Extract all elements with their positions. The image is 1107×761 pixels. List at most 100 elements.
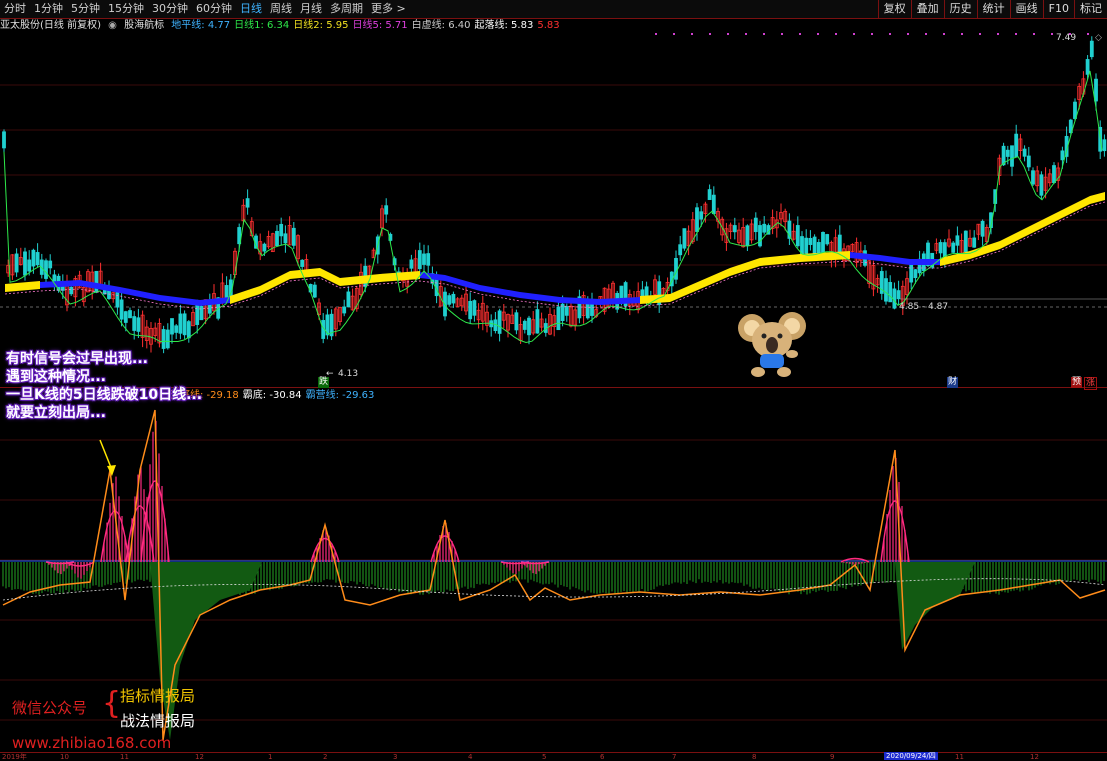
- candle-body: [417, 250, 422, 270]
- candle-body: [165, 329, 170, 349]
- callout-line: 就要立刻出局...: [6, 405, 106, 421]
- signal-dot: [979, 33, 981, 35]
- ma-band-segment: [1030, 211, 1060, 234]
- mid-low-price-label: 4.85 - 4.87: [899, 302, 949, 312]
- ma-band-segment: [730, 258, 760, 276]
- candle-body: [2, 131, 6, 149]
- signal-dot: [781, 33, 783, 35]
- ma-band-segment: [910, 259, 940, 265]
- watermark-brace: {: [102, 686, 122, 721]
- ma-band-segment: [1000, 226, 1030, 249]
- ma-band-segment: [640, 294, 670, 304]
- candle-body: [1010, 145, 1014, 167]
- candle-body: [972, 237, 977, 248]
- candle-body: [808, 237, 813, 245]
- candle-body: [758, 225, 762, 247]
- candle-body: [1085, 59, 1090, 75]
- candle-body: [896, 290, 901, 300]
- candle-body: [279, 223, 284, 237]
- candle-body: [300, 259, 305, 267]
- current-date-label: 2020/09/24/四: [884, 752, 938, 760]
- high-price-label: 7.49: [1056, 33, 1077, 43]
- candle-body: [1039, 174, 1044, 196]
- candle-body: [732, 225, 737, 233]
- candle-body: [186, 321, 191, 339]
- candle-body: [384, 205, 389, 215]
- candle-body: [837, 234, 842, 254]
- ma-band-segment: [670, 281, 700, 302]
- candle-body: [161, 329, 166, 349]
- signal-dot: [943, 33, 945, 35]
- candle-body: [909, 264, 914, 283]
- candle-body: [1014, 133, 1019, 158]
- candle-body: [178, 313, 183, 334]
- ma-band-segment: [560, 297, 600, 305]
- candle-body: [678, 244, 683, 256]
- ma-band-segment: [480, 285, 520, 298]
- candle-body: [892, 288, 897, 309]
- zhang-badge[interactable]: 涨: [1084, 377, 1098, 390]
- candle-body: [527, 317, 531, 336]
- candle-body: [1031, 170, 1035, 185]
- signal-dot: [691, 33, 693, 35]
- candle-body: [451, 293, 456, 304]
- signal-dot: [1087, 33, 1089, 35]
- candle-body: [342, 306, 347, 314]
- candle-body: [1022, 148, 1027, 157]
- ma-band-segment: [260, 271, 290, 294]
- candle-body: [1001, 145, 1006, 166]
- candle-body: [468, 300, 473, 320]
- watermark-site: www.zhibiao168.com: [12, 734, 172, 752]
- candle-body: [825, 234, 830, 245]
- candle-body: [816, 242, 821, 254]
- signal-dot: [655, 33, 657, 35]
- watermark-wechat: 微信公众号: [12, 699, 88, 717]
- signal-dot: [709, 33, 711, 35]
- watermark-name1: 指标情报局: [120, 687, 196, 705]
- candle-body: [980, 220, 985, 237]
- signal-dot: [1051, 33, 1053, 35]
- ma-dashed-line: [4, 201, 1106, 310]
- candle-body: [762, 223, 767, 233]
- candle-body: [1094, 78, 1098, 102]
- annotation-callout: 有时信号会过早出现... 遇到这种情况... 一旦K线的5日线跌破10日线...…: [6, 350, 202, 422]
- candle-body: [31, 249, 36, 267]
- signal-dot: [745, 33, 747, 35]
- signal-dot: [763, 33, 765, 35]
- signal-dot: [997, 33, 999, 35]
- candle-body: [711, 194, 716, 215]
- candle-body: [69, 286, 74, 295]
- candle-body: [128, 310, 132, 319]
- candle-body: [283, 233, 288, 244]
- candle-body: [312, 284, 317, 298]
- low-price-label: 4.13: [338, 369, 359, 379]
- candle-body: [951, 242, 956, 253]
- candle-body: [14, 253, 19, 273]
- callout-arrow-head: [107, 465, 116, 476]
- candle-body: [745, 225, 750, 246]
- signal-dot: [925, 33, 927, 35]
- signal-dot: [817, 33, 819, 35]
- callout-line: 有时信号会过早出现...: [6, 351, 148, 367]
- ma-band-segment: [380, 271, 420, 282]
- signal-dot: [1015, 33, 1017, 35]
- candle-body: [199, 306, 204, 321]
- signal-dot: [871, 33, 873, 35]
- ma-band-segment: [340, 274, 380, 286]
- yu-badge[interactable]: 预: [1071, 377, 1083, 388]
- signal-dot: [853, 33, 855, 35]
- candle-body: [522, 320, 527, 330]
- candle-body: [115, 292, 120, 308]
- cai-badge[interactable]: 财: [947, 377, 959, 388]
- candle-body: [1060, 150, 1065, 161]
- ma-band-segment: [120, 287, 160, 301]
- candle-body: [560, 303, 565, 322]
- die-badge[interactable]: 跌: [318, 377, 330, 388]
- signal-dot: [961, 33, 963, 35]
- candle-body: [409, 259, 414, 269]
- candle-body: [224, 285, 229, 298]
- signal-dot: [673, 33, 675, 35]
- candle-body: [497, 310, 502, 334]
- koala-mascot-icon: [738, 312, 806, 377]
- candle-body: [119, 299, 124, 320]
